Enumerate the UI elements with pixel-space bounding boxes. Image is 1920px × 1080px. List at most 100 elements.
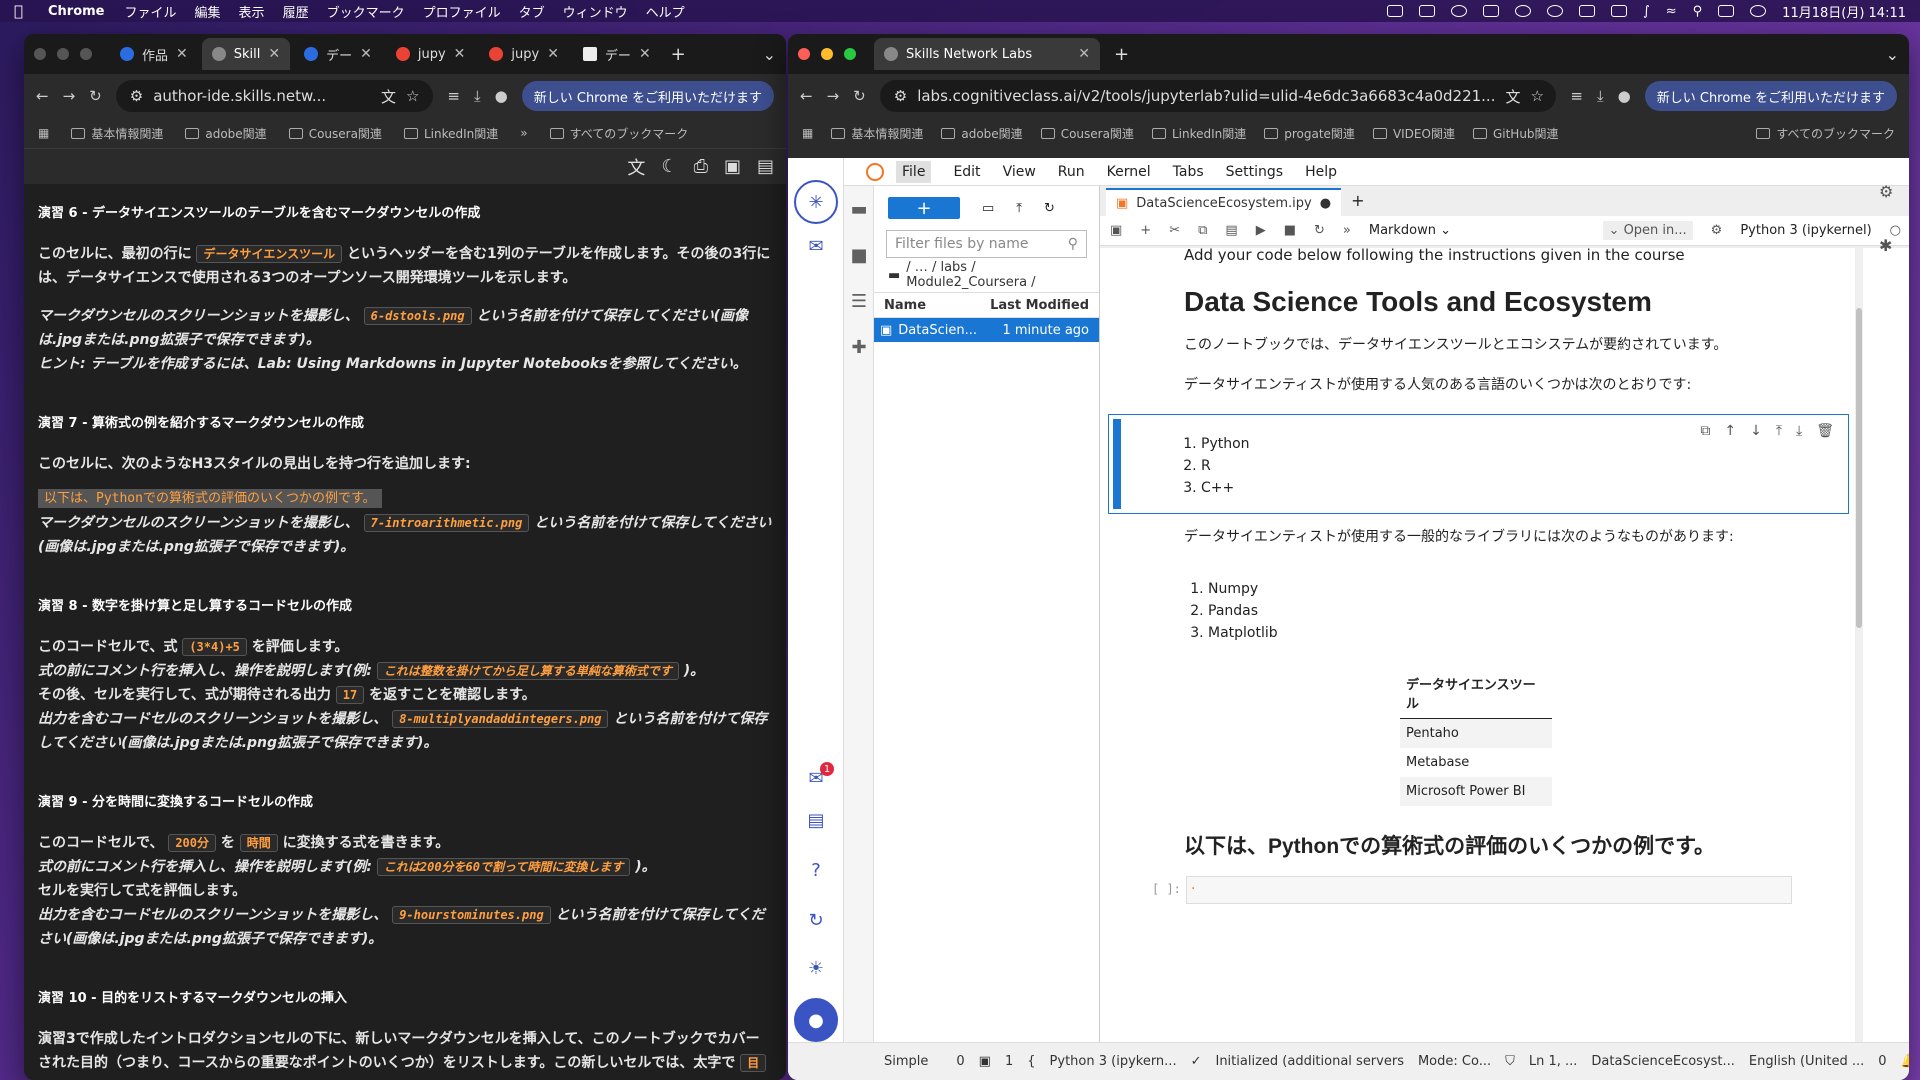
search-icon[interactable]: ⚲ xyxy=(1693,4,1703,19)
running-icon[interactable]: ■ xyxy=(844,232,874,278)
open-in-button[interactable]: ⌄ Open in... xyxy=(1602,221,1693,240)
update-chrome-button[interactable]: 新しい Chrome をご利用いただけます xyxy=(1644,81,1897,111)
cloud-icon[interactable] xyxy=(1450,5,1467,17)
run-all-icon[interactable]: » xyxy=(1343,223,1351,238)
code-cell[interactable]: [ ]: . xyxy=(1100,875,1855,904)
code-input[interactable]: . xyxy=(1186,875,1792,904)
star-icon[interactable]: ☆ xyxy=(406,87,419,105)
apple-icon[interactable]:  xyxy=(14,2,30,20)
address-bar[interactable]: ⚙ labs.cognitiveclass.ai/v2/tools/jupyte… xyxy=(879,80,1557,112)
book-icon[interactable]: ▤ xyxy=(788,810,844,831)
paste-icon[interactable]: ▤ xyxy=(1225,223,1237,238)
menu-run[interactable]: Run xyxy=(1058,164,1085,180)
delete-icon[interactable]: 🗑 xyxy=(1816,423,1834,439)
filter-files-input[interactable]: Filter files by name ⚲ xyxy=(886,230,1087,258)
download-icon[interactable]: ⤓ xyxy=(1597,87,1604,105)
bookmark-folder[interactable]: progate関連 xyxy=(1264,125,1355,142)
insert-below-icon[interactable]: ⤓ xyxy=(1796,423,1802,439)
clock[interactable]: 11月18日(月) 14:11 xyxy=(1782,2,1906,21)
zoom-window-icon[interactable] xyxy=(80,48,92,60)
menu-edit[interactable]: 編集 xyxy=(195,2,221,21)
tab[interactable]: デー ✕ xyxy=(573,38,661,70)
close-window-icon[interactable] xyxy=(34,48,46,60)
move-down-icon[interactable]: ↓ xyxy=(1750,423,1762,439)
menu-tab[interactable]: タブ xyxy=(519,2,545,21)
property-inspector-icon[interactable]: ⚙ xyxy=(1879,182,1893,201)
help-icon[interactable]: ? xyxy=(788,860,844,881)
bookmark-folder[interactable]: Cousera関連 xyxy=(288,125,382,142)
menu-settings[interactable]: Settings xyxy=(1226,164,1283,180)
scrollbar[interactable] xyxy=(1855,248,1863,1042)
bell-icon[interactable]: 🔔 xyxy=(1901,1054,1909,1069)
folder-icon[interactable]: ▬ xyxy=(844,186,874,232)
extension-icon[interactable] xyxy=(1386,5,1403,17)
kernel-status[interactable]: Python 3 (ipykern... xyxy=(1050,1054,1177,1069)
media-icon[interactable]: ≡ xyxy=(447,87,460,105)
battery-icon[interactable] xyxy=(1610,5,1627,17)
notebook-tab[interactable]: ▣ DataScienceEcosystem.ipy ● xyxy=(1106,188,1342,216)
forward-icon[interactable]: → xyxy=(63,87,76,105)
profile-icon[interactable]: ● xyxy=(495,87,508,105)
profile-icon[interactable]: ● xyxy=(1618,87,1631,105)
stop-icon[interactable]: ■ xyxy=(1284,223,1296,238)
move-up-icon[interactable]: ↑ xyxy=(1724,423,1736,439)
menu-tabs[interactable]: Tabs xyxy=(1173,164,1204,180)
new-launcher-button[interactable]: + xyxy=(888,197,960,219)
siri-icon[interactable] xyxy=(1750,5,1767,17)
close-icon[interactable]: ✕ xyxy=(1078,46,1090,62)
document-icon[interactable]: ▤ xyxy=(757,156,774,177)
menu-file[interactable]: File xyxy=(896,160,932,183)
bookmark-folder[interactable]: adobe関連 xyxy=(941,125,1023,142)
bookmark-folder[interactable]: GitHub関連 xyxy=(1472,125,1559,142)
menu-history[interactable]: 履歴 xyxy=(283,2,309,21)
close-window-icon[interactable] xyxy=(798,48,810,60)
refresh-icon[interactable]: ↻ xyxy=(1044,201,1055,216)
reload-icon[interactable]: ↻ xyxy=(89,87,102,105)
language-status[interactable]: English (United ... xyxy=(1749,1054,1864,1069)
tab[interactable]: jupy ✕ xyxy=(386,38,476,70)
upload-icon[interactable]: ⤒ xyxy=(1016,201,1022,216)
debugger-icon[interactable]: ✱ xyxy=(1879,236,1892,255)
unsaved-dot-icon[interactable]: ● xyxy=(1320,196,1331,211)
translate-icon[interactable]: 文 xyxy=(1505,86,1520,107)
run-icon[interactable]: ▶ xyxy=(1256,223,1266,238)
dark-mode-icon[interactable]: ☾ xyxy=(661,156,677,177)
media-icon[interactable]: ≡ xyxy=(1570,87,1583,105)
minimize-window-icon[interactable] xyxy=(821,48,833,60)
input-icon[interactable] xyxy=(1578,5,1595,17)
bookmark-folder[interactable]: Cousera関連 xyxy=(1040,125,1134,142)
bookmark-folder[interactable]: VIDEO関連 xyxy=(1372,125,1455,142)
bookmark-folder[interactable]: 基本情報関連 xyxy=(71,125,163,142)
new-tab-icon[interactable]: + xyxy=(1351,191,1364,216)
bookmark-folder[interactable]: LinkedIn関連 xyxy=(403,125,498,142)
cursor-position[interactable]: Ln 1, ... xyxy=(1529,1054,1578,1069)
menu-profile[interactable]: プロファイル xyxy=(423,2,501,21)
chat-icon[interactable]: ✉ xyxy=(788,236,844,257)
inbox-icon[interactable]: ✉ 1 xyxy=(788,762,844,789)
back-icon[interactable]: ← xyxy=(36,87,49,105)
bluetooth-icon[interactable]: ∫ xyxy=(1643,4,1650,19)
close-icon[interactable]: ✕ xyxy=(360,46,372,62)
menu-view[interactable]: View xyxy=(1003,164,1036,180)
add-page-icon[interactable]: ▣ xyxy=(724,156,741,177)
site-info-icon[interactable]: ⚙ xyxy=(894,87,907,105)
tab-skills-network-labs[interactable]: Skills Network Labs ✕ xyxy=(874,38,1100,70)
selected-cell[interactable]: ⧉ ↑ ↓ ⤒ ⤓ 🗑 Python R C++ xyxy=(1108,414,1849,514)
tab[interactable]: 作品 ✕ xyxy=(110,38,198,70)
skills-network-logo-icon[interactable]: ✳ xyxy=(794,180,838,224)
star-icon[interactable]: ☆ xyxy=(1530,87,1543,105)
translate-icon[interactable]: 文 xyxy=(627,154,645,180)
file-row[interactable]: ▣ DataScien... 1 minute ago xyxy=(874,318,1099,342)
new-tab-icon[interactable]: + xyxy=(1114,44,1129,65)
cut-icon[interactable]: ✂ xyxy=(1169,223,1180,238)
bookmark-folder[interactable]: 基本情報関連 xyxy=(831,125,923,142)
markdown-cell[interactable]: データサイエンティストが使用する一般的なライブラリには次のようなものがあります:… xyxy=(1184,526,1784,644)
zoom-window-icon[interactable] xyxy=(844,48,856,60)
translate-icon[interactable]: 文 xyxy=(381,86,396,107)
back-icon[interactable]: ← xyxy=(800,87,813,105)
markdown-cell[interactable]: Add your code below following the instru… xyxy=(1184,248,1784,394)
kernels-count[interactable]: 1 xyxy=(1005,1054,1013,1069)
breadcrumb[interactable]: ▬ / … / labs / Module2_Coursera / xyxy=(874,258,1099,292)
wifi-icon[interactable]: ≈ xyxy=(1666,4,1677,19)
new-tab-icon[interactable]: + xyxy=(671,44,686,65)
